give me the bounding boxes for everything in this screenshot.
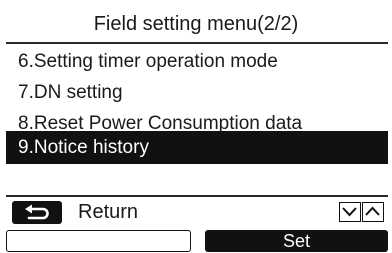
field-setting-screen: Field setting menu(2/2) 6.Setting timer …	[0, 0, 392, 253]
footer-divider	[6, 195, 388, 197]
return-arrow-icon	[25, 204, 49, 220]
page-title: Field setting menu(2/2)	[93, 13, 299, 35]
menu-item-notice-history[interactable]: 9.Notice history	[6, 131, 388, 164]
chevron-up-icon	[365, 206, 380, 216]
left-softkey-button[interactable]	[6, 230, 191, 252]
title-divider	[6, 42, 388, 44]
return-label: Return	[78, 201, 139, 223]
return-button[interactable]	[12, 201, 62, 224]
menu-item-dn-setting[interactable]: 7.DN setting	[6, 78, 388, 108]
scroll-down-button[interactable]	[339, 202, 361, 222]
menu-item-setting-timer-operation-mode[interactable]: 6.Setting timer operation mode	[6, 47, 388, 77]
set-button[interactable]: Set	[205, 230, 388, 252]
scroll-up-button[interactable]	[362, 202, 384, 222]
chevron-down-icon	[342, 207, 357, 217]
